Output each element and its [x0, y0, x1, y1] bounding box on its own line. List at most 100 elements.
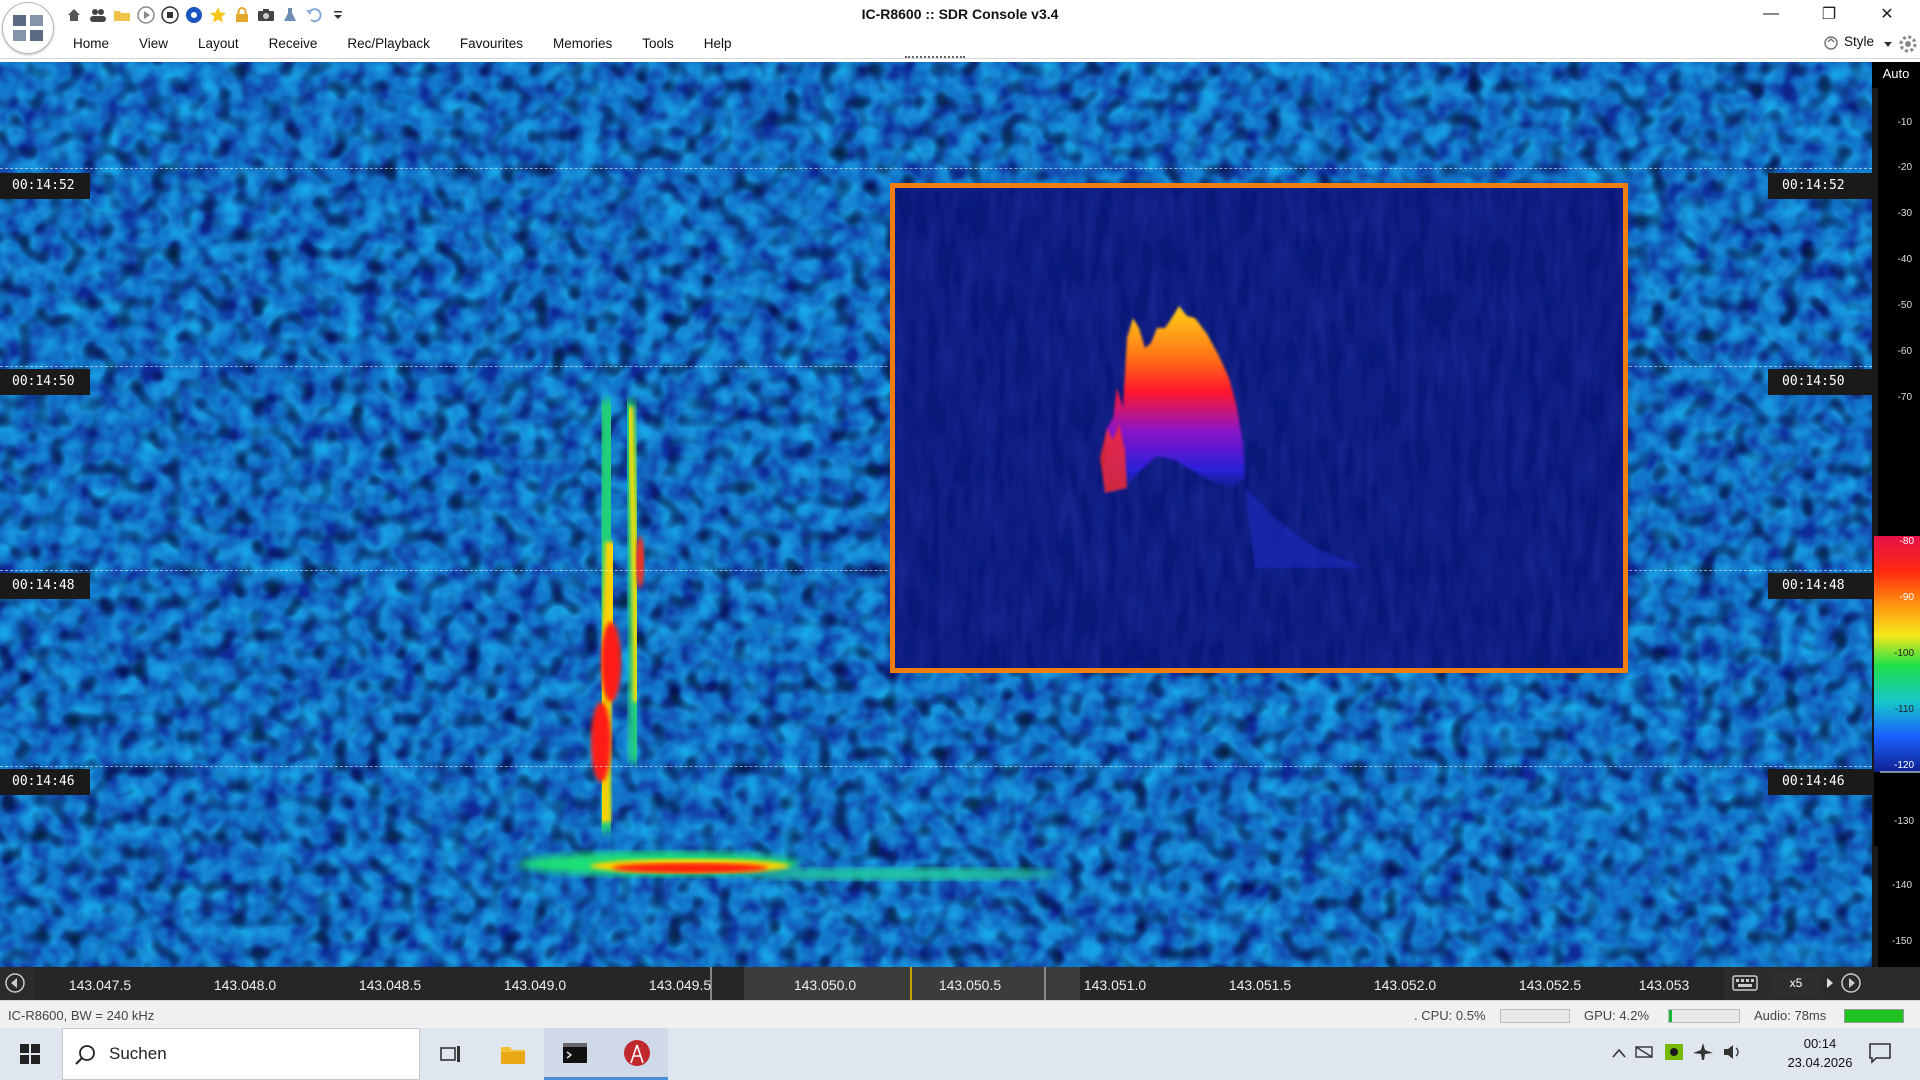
db-tick: -70	[1897, 392, 1912, 403]
restore-button[interactable]: ❐	[1800, 0, 1858, 28]
undo-icon[interactable]	[304, 5, 324, 25]
flask-icon[interactable]	[280, 5, 300, 25]
frequency-tick: 143.049.0	[503, 977, 567, 993]
stop-icon[interactable]	[160, 5, 180, 25]
menu-help[interactable]: Help	[689, 30, 747, 58]
folder-icon[interactable]	[112, 5, 132, 25]
splitter-grip[interactable]	[905, 56, 965, 60]
frequency-ticks[interactable]: 143.047.5 143.048.0 143.048.5 143.049.0 …	[34, 967, 1724, 1000]
gear-icon[interactable]	[1898, 34, 1918, 57]
quick-access-toolbar	[64, 4, 348, 26]
audio-meter	[1844, 1009, 1904, 1023]
zoom-selector[interactable]: x5	[1772, 971, 1820, 995]
color-scale-bar[interactable]: -80 -90 -100 -110 -120 -130	[1874, 536, 1920, 846]
users-icon[interactable]	[88, 5, 108, 25]
db-tick: -150	[1891, 936, 1912, 947]
keyboard-icon[interactable]	[1732, 974, 1758, 995]
menu-items: Home View Layout Receive Rec/Playback Fa…	[58, 30, 747, 58]
passband-edge[interactable]	[1044, 967, 1046, 1000]
db-tick: -80	[1899, 536, 1914, 547]
record-icon[interactable]	[184, 5, 204, 25]
clock-time: 00:14	[1803, 1036, 1837, 1051]
audio-meter-fill	[1845, 1010, 1903, 1022]
menu-tools[interactable]: Tools	[627, 30, 689, 58]
db-tick: -10	[1897, 117, 1912, 128]
timestamp-left: 00:14:48	[0, 573, 90, 599]
timestamp-right: 00:14:52	[1768, 173, 1872, 199]
lock-icon[interactable]	[232, 5, 252, 25]
search-icon	[75, 1044, 97, 1069]
db-tick: -50	[1897, 300, 1912, 311]
frequency-tick: 143.052.5	[1518, 977, 1582, 993]
db-tick: -120	[1893, 760, 1914, 771]
chevron-down-icon[interactable]	[1884, 36, 1892, 51]
audio-status: Audio: 78ms	[1754, 1008, 1827, 1023]
timestamp-left: 00:14:46	[0, 769, 90, 795]
windows-start-icon[interactable]	[0, 1028, 60, 1080]
search-placeholder: Suchen	[109, 1044, 167, 1063]
nvidia-icon[interactable]	[1664, 1043, 1684, 1064]
cpu-meter	[1500, 1009, 1570, 1023]
time-grid-line	[0, 766, 1872, 767]
application-menu-button[interactable]	[2, 2, 54, 54]
airplane-mode-icon[interactable]	[1692, 1042, 1714, 1065]
frequency-tick: 143.051.0	[1083, 977, 1147, 993]
menu-bar: Home View Layout Receive Rec/Playback Fa…	[0, 30, 1920, 59]
home-icon[interactable]	[64, 5, 84, 25]
chevron-right-icon[interactable]	[1820, 971, 1840, 995]
time-grid-line	[0, 168, 1872, 169]
title-bar: IC-R8600 :: SDR Console v3.4 — ❐ ✕	[0, 0, 1920, 30]
terminal-app-icon[interactable]	[544, 1028, 606, 1080]
db-tick: -110	[1894, 704, 1914, 715]
chevron-up-icon[interactable]	[1612, 1046, 1626, 1061]
scroll-right-icon[interactable]	[1840, 972, 1862, 994]
taskbar-search[interactable]: Suchen	[62, 1028, 420, 1080]
frequency-tick: 143.053	[1638, 977, 1690, 993]
minimize-button[interactable]: —	[1742, 0, 1800, 28]
timestamp-left: 00:14:52	[0, 173, 90, 199]
menu-home[interactable]: Home	[58, 30, 124, 58]
db-tick: -130	[1893, 816, 1914, 827]
gpu-status: GPU: 4.2%	[1584, 1008, 1650, 1023]
scale-auto-button[interactable]: Auto	[1872, 66, 1920, 81]
timestamp-left: 00:14:50	[0, 369, 90, 395]
db-tick: -100	[1893, 648, 1914, 659]
play-icon[interactable]	[136, 5, 156, 25]
volume-icon[interactable]	[1722, 1043, 1744, 1064]
frequency-tick: 143.049.5	[648, 977, 712, 993]
notification-icon[interactable]	[1868, 1042, 1892, 1067]
menu-receive[interactable]: Receive	[254, 30, 333, 58]
style-menu[interactable]: Style	[1844, 34, 1874, 49]
frequency-axis[interactable]: 143.047.5 143.048.0 143.048.5 143.049.0 …	[0, 967, 1920, 1000]
scroll-left-icon[interactable]	[4, 972, 26, 994]
favourite-star-icon[interactable]	[208, 5, 228, 25]
3d-spectrum-render	[895, 188, 1623, 668]
style-icon[interactable]	[1824, 34, 1838, 55]
waterfall-display[interactable]: 00:14:52 00:14:50 00:14:48 00:14:46 00:1…	[0, 62, 1872, 967]
file-explorer-icon[interactable]	[482, 1028, 544, 1080]
network-adapter-icon[interactable]	[1634, 1043, 1656, 1064]
frequency-tick: 143.048.5	[358, 977, 422, 993]
db-tick: -20	[1897, 162, 1912, 173]
menu-memories[interactable]: Memories	[538, 30, 627, 58]
camera-icon[interactable]	[256, 5, 276, 25]
db-tick: -30	[1897, 208, 1912, 219]
status-bar: IC-R8600, BW = 240 kHz . CPU: 0.5% GPU: …	[0, 1000, 1920, 1029]
timestamp-right: 00:14:46	[1768, 769, 1872, 795]
task-view-icon[interactable]	[420, 1028, 482, 1080]
frequency-tick: 143.052.0	[1373, 977, 1437, 993]
sdr-console-app-icon[interactable]	[606, 1028, 668, 1080]
close-button[interactable]: ✕	[1858, 0, 1916, 28]
gpu-meter-fill	[1669, 1010, 1672, 1022]
customize-dropdown-icon[interactable]	[328, 5, 348, 25]
app-logo-icon	[13, 15, 43, 41]
frequency-tick: 143.047.5	[68, 977, 132, 993]
frequency-tick: 143.050.0	[793, 977, 857, 993]
clock-date: 23.04.2026	[1787, 1055, 1853, 1070]
taskbar-clock[interactable]: 00:14 23.04.2026	[1772, 1034, 1868, 1072]
menu-layout[interactable]: Layout	[183, 30, 254, 58]
frequency-tick: 143.048.0	[213, 977, 277, 993]
menu-view[interactable]: View	[124, 30, 183, 58]
menu-favourites[interactable]: Favourites	[445, 30, 538, 58]
menu-rec-playback[interactable]: Rec/Playback	[332, 30, 445, 58]
